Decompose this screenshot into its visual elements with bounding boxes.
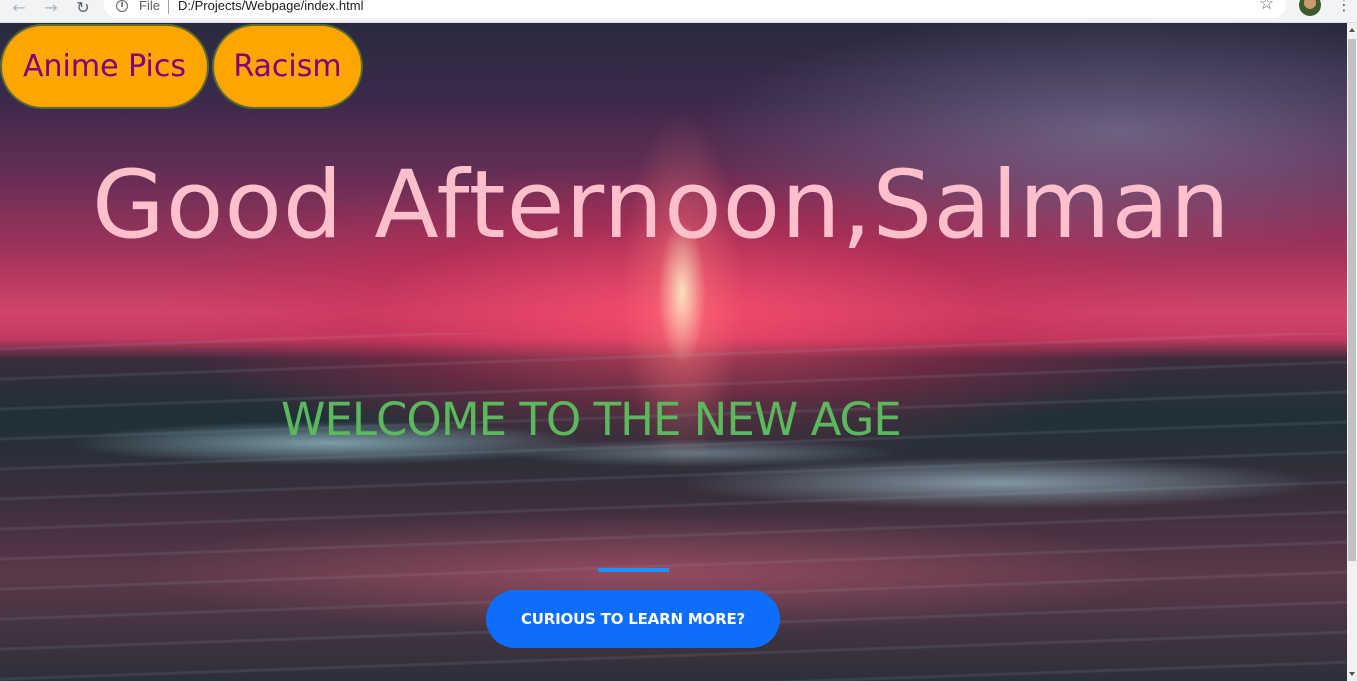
url-text[interactable]: D:/Projects/Webpage/index.html [178,0,363,13]
address-bar[interactable]: i File D:/Projects/Webpage/index.html [104,0,1286,18]
greeting-heading: Good Afternoon,Salman [92,151,1231,260]
scroll-thumb[interactable] [1348,39,1356,561]
learn-more-button[interactable]: CURIOUS TO LEARN MORE? [486,590,780,648]
scroll-down-icon[interactable] [1349,672,1355,676]
file-label: File [139,0,160,13]
forward-icon[interactable]: → [40,0,62,18]
welcome-heading: WELCOME TO THE NEW AGE [281,393,902,446]
browser-toolbar: ← → ↻ i File D:/Projects/Webpage/index.h… [0,0,1357,23]
menu-icon[interactable]: ⋮ [1336,0,1352,14]
back-icon[interactable]: ← [8,0,30,18]
hero-section: Anime Pics Racism Good Afternoon,Salman … [0,23,1347,681]
star-icon[interactable]: ☆ [1259,0,1274,14]
reload-icon[interactable]: ↻ [72,0,94,18]
address-separator [168,0,169,14]
scrollbar[interactable] [1347,23,1357,681]
scroll-up-icon[interactable] [1349,28,1355,32]
racism-button[interactable]: Racism [212,24,363,109]
divider [598,568,669,572]
anime-pics-button[interactable]: Anime Pics [0,24,209,109]
avatar[interactable] [1299,0,1321,16]
info-icon[interactable]: i [116,0,128,12]
